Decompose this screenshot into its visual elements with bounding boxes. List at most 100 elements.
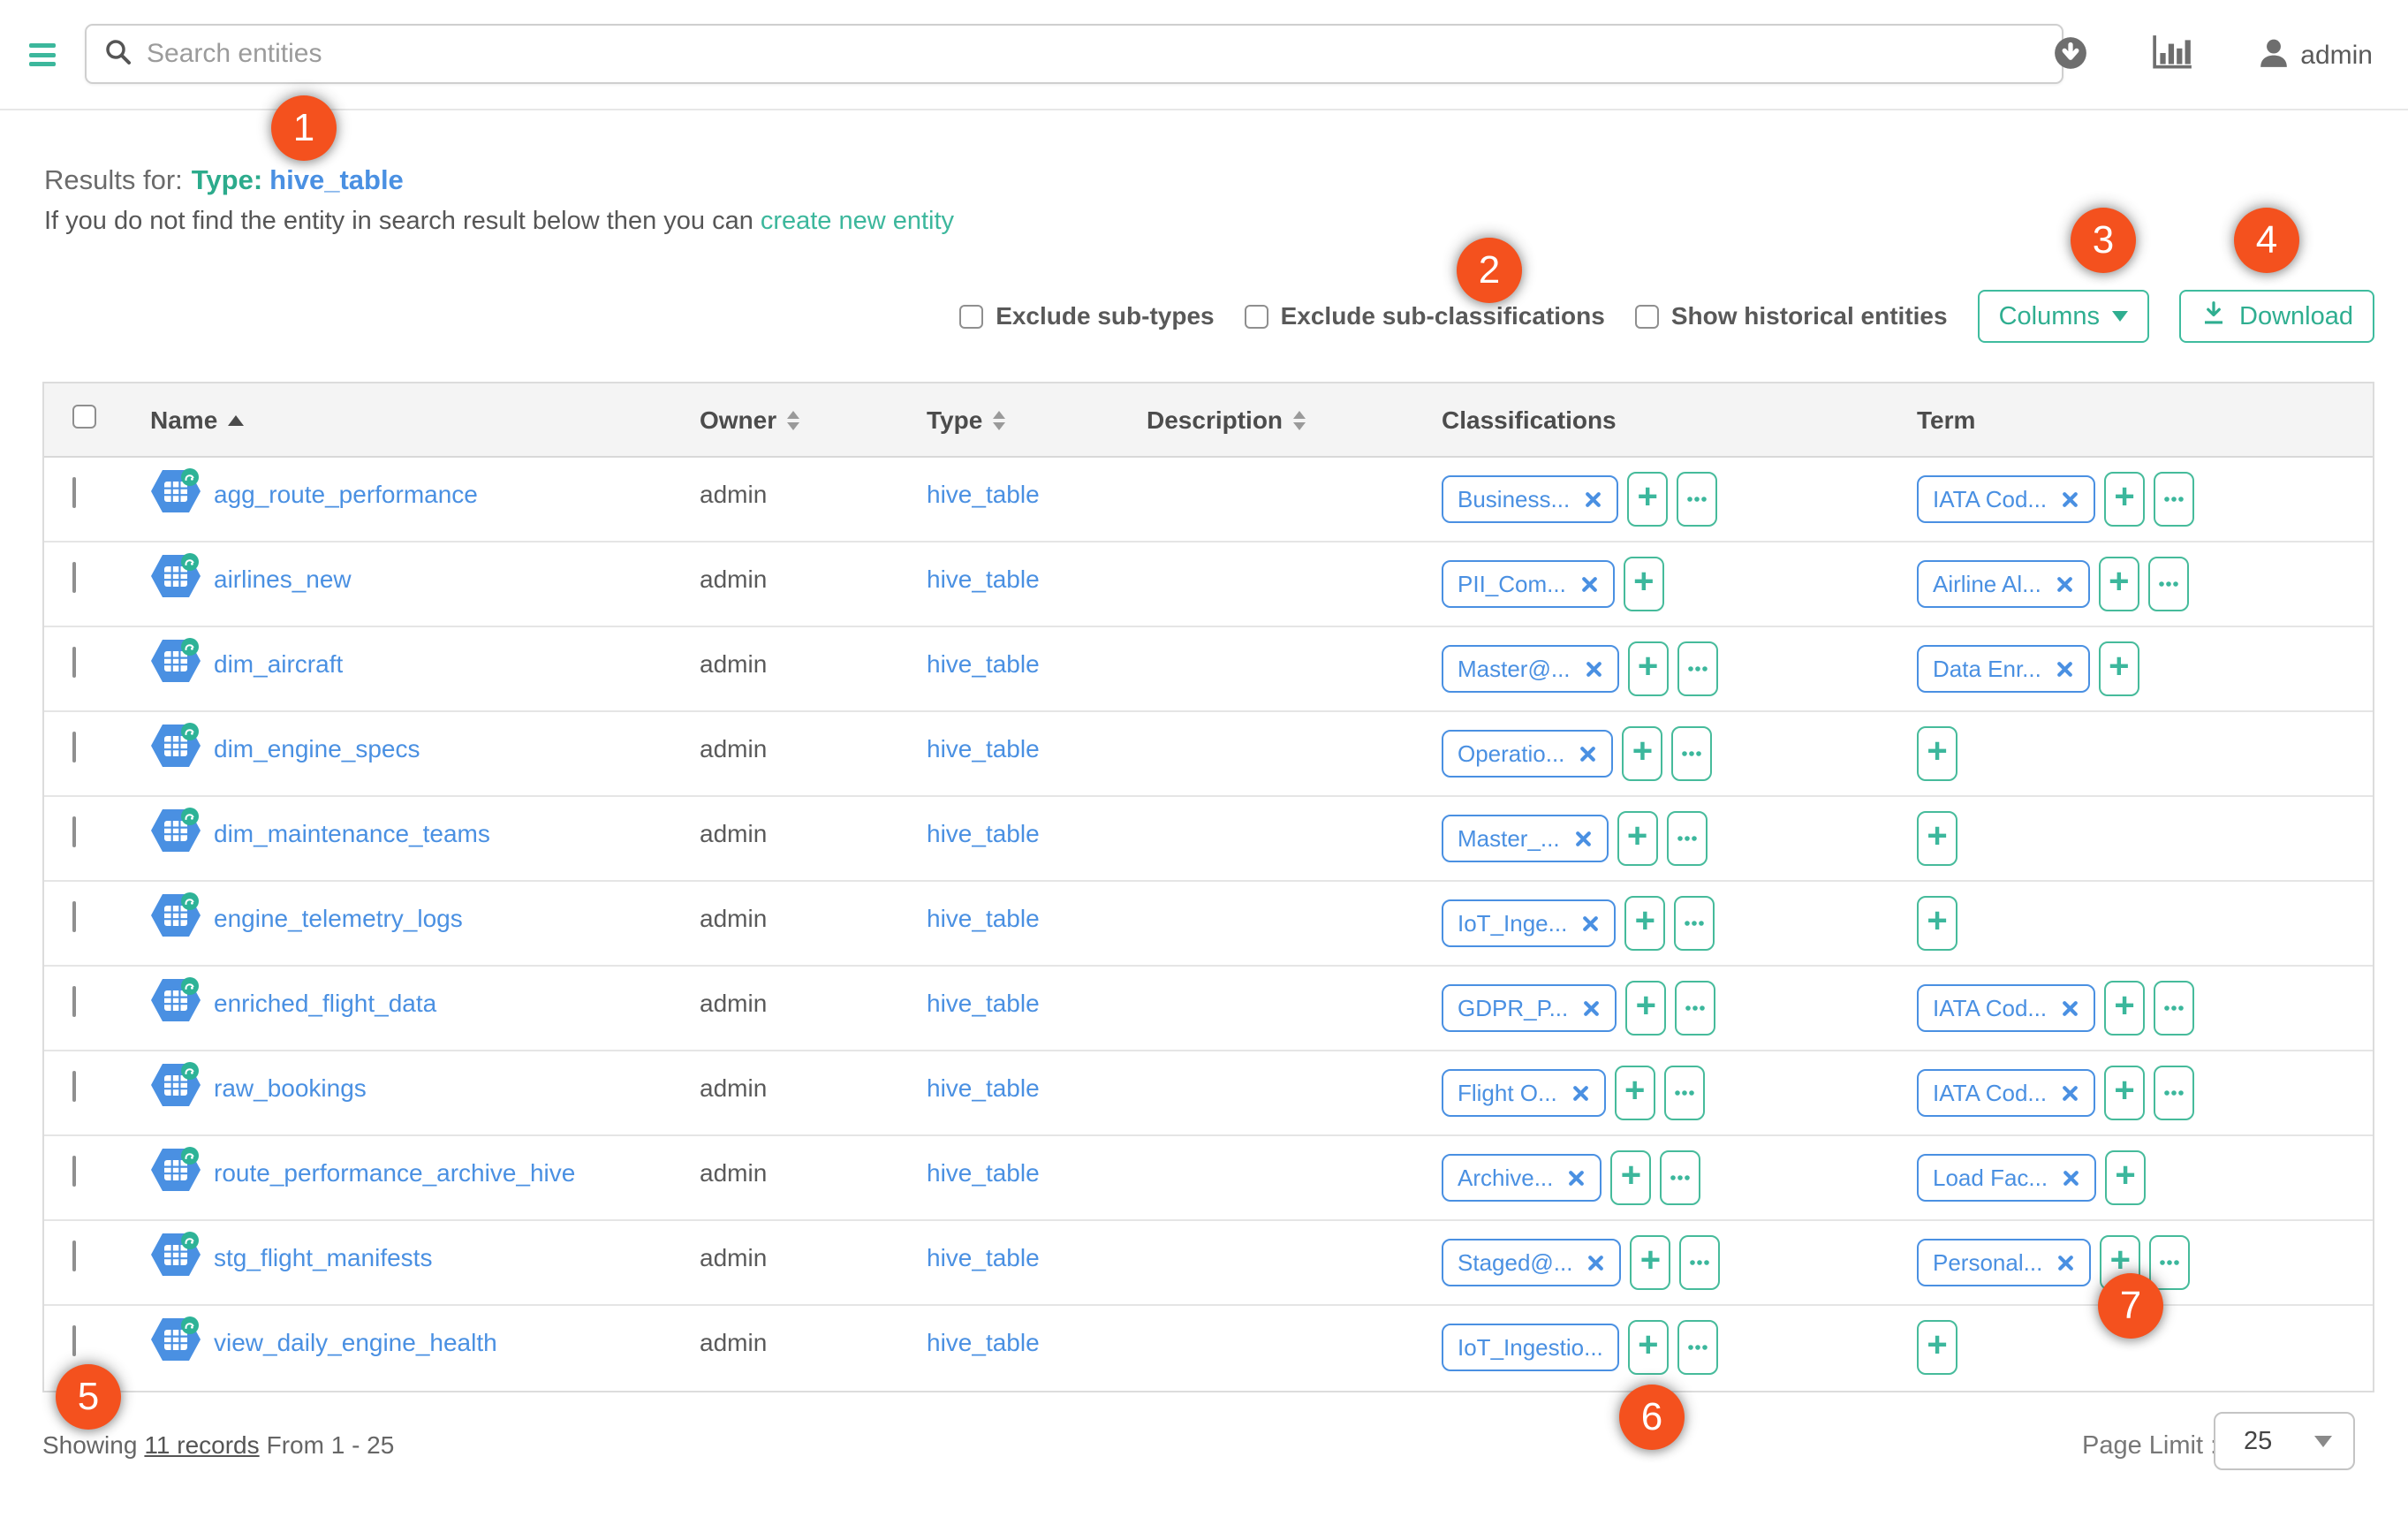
row-checkbox[interactable] [72, 1156, 76, 1187]
classification-tag[interactable]: Business... [1442, 475, 1618, 523]
entity-name-link[interactable]: agg_route_performance [214, 481, 478, 509]
remove-classification-icon[interactable] [1571, 1084, 1590, 1103]
column-header-description[interactable]: Description [1115, 383, 1399, 435]
entity-name-link[interactable]: stg_flight_manifests [214, 1244, 432, 1272]
filter-value-link[interactable]: hive_table [269, 164, 404, 195]
entity-name-link[interactable]: dim_maintenance_teams [214, 820, 490, 848]
classification-tag[interactable]: Operatio... [1442, 730, 1613, 778]
more-classification-button[interactable] [1677, 641, 1718, 696]
term-tag[interactable]: Airline Al... [1917, 560, 2090, 608]
entity-name-link[interactable]: engine_telemetry_logs [214, 905, 463, 933]
entity-type-link[interactable]: hive_table [927, 1074, 1040, 1102]
remove-classification-icon[interactable] [1574, 830, 1593, 848]
row-checkbox[interactable] [72, 986, 76, 1017]
add-term-button[interactable]: + [1917, 1320, 1957, 1375]
search-input[interactable] [147, 39, 2044, 69]
entity-name-link[interactable]: route_performance_archive_hive [214, 1159, 575, 1187]
add-classification-button[interactable]: + [1617, 811, 1658, 866]
add-term-button[interactable]: + [2104, 1066, 2145, 1120]
entity-type-link[interactable]: hive_table [927, 565, 1040, 593]
row-checkbox[interactable] [72, 647, 76, 678]
add-term-button[interactable]: + [2105, 1150, 2146, 1205]
entity-type-link[interactable]: hive_table [927, 905, 1040, 932]
entity-type-link[interactable]: hive_table [927, 990, 1040, 1017]
more-classification-button[interactable] [1675, 981, 1715, 1036]
add-classification-button[interactable]: + [1615, 1066, 1655, 1120]
more-classification-button[interactable] [1664, 1066, 1705, 1120]
remove-term-icon[interactable] [2056, 1254, 2075, 1272]
column-header-name[interactable]: Name [150, 383, 654, 435]
create-new-entity-link[interactable]: create new entity [761, 207, 954, 235]
add-classification-button[interactable]: + [1628, 1320, 1669, 1375]
term-tag[interactable]: Load Fac... [1917, 1154, 2096, 1202]
term-tag[interactable]: IATA Cod... [1917, 1069, 2095, 1117]
more-classification-button[interactable] [1671, 726, 1712, 781]
exclude-subtypes-checkbox[interactable]: Exclude sub-types [959, 302, 1214, 330]
menu-hamburger-icon[interactable] [29, 43, 56, 66]
remove-classification-icon[interactable] [1581, 914, 1600, 933]
add-term-button[interactable]: + [1917, 811, 1957, 866]
term-tag[interactable]: Personal... [1917, 1239, 2091, 1286]
row-checkbox[interactable] [72, 816, 76, 847]
row-checkbox[interactable] [72, 1071, 76, 1102]
classification-tag[interactable]: Archive... [1442, 1154, 1602, 1202]
more-term-button[interactable] [2149, 1235, 2190, 1290]
more-term-button[interactable] [2154, 472, 2194, 527]
classification-tag[interactable]: GDPR_P... [1442, 984, 1617, 1032]
row-checkbox[interactable] [72, 901, 76, 932]
entity-type-link[interactable]: hive_table [927, 1329, 1040, 1356]
more-classification-button[interactable] [1667, 811, 1708, 866]
page-limit-select[interactable]: 25 [2214, 1412, 2355, 1470]
more-classification-button[interactable] [1674, 896, 1715, 951]
more-classification-button[interactable] [1679, 1235, 1720, 1290]
classification-tag[interactable]: Master@... [1442, 645, 1619, 693]
more-classification-button[interactable] [1677, 1320, 1718, 1375]
checkbox-box[interactable] [959, 305, 983, 329]
add-term-button[interactable]: + [1917, 726, 1957, 781]
row-checkbox[interactable] [72, 1240, 76, 1271]
add-classification-button[interactable]: + [1622, 726, 1662, 781]
classification-tag[interactable]: IoT_Ingestio... [1442, 1324, 1619, 1371]
column-header-type[interactable]: Type [883, 383, 1115, 435]
entity-type-link[interactable]: hive_table [927, 1244, 1040, 1271]
add-term-button[interactable]: + [2099, 641, 2139, 696]
show-historical-entities-checkbox[interactable]: Show historical entities [1635, 302, 1948, 330]
entity-name-link[interactable]: raw_bookings [214, 1074, 367, 1103]
quick-download-icon[interactable] [2053, 35, 2088, 75]
term-tag[interactable]: Data Enr... [1917, 645, 2090, 693]
remove-classification-icon[interactable] [1586, 1254, 1605, 1272]
remove-term-icon[interactable] [2056, 660, 2074, 679]
add-classification-button[interactable]: + [1610, 1150, 1651, 1205]
add-term-button[interactable]: + [2099, 557, 2139, 611]
remove-term-icon[interactable] [2056, 575, 2074, 594]
records-count-link[interactable]: 11 records [144, 1431, 259, 1459]
term-tag[interactable]: IATA Cod... [1917, 475, 2095, 523]
remove-classification-icon[interactable] [1582, 999, 1601, 1018]
classification-tag[interactable]: Flight O... [1442, 1069, 1606, 1117]
add-classification-button[interactable]: + [1624, 557, 1664, 611]
entity-name-link[interactable]: dim_engine_specs [214, 735, 420, 763]
row-checkbox[interactable] [72, 562, 76, 593]
column-header-owner[interactable]: Owner [654, 383, 883, 435]
entity-type-link[interactable]: hive_table [927, 820, 1040, 847]
remove-classification-icon[interactable] [1580, 575, 1599, 594]
term-tag[interactable]: IATA Cod... [1917, 984, 2095, 1032]
entity-name-link[interactable]: view_daily_engine_health [214, 1329, 497, 1357]
classification-tag[interactable]: Master_... [1442, 815, 1609, 862]
more-term-button[interactable] [2148, 557, 2189, 611]
classification-tag[interactable]: Staged@... [1442, 1239, 1621, 1286]
download-button[interactable]: Download [2179, 290, 2374, 343]
remove-term-icon[interactable] [2061, 1084, 2079, 1103]
add-term-button[interactable]: + [2104, 472, 2145, 527]
entity-name-link[interactable]: enriched_flight_data [214, 990, 436, 1018]
entity-type-link[interactable]: hive_table [927, 735, 1040, 762]
more-term-button[interactable] [2154, 981, 2194, 1036]
add-classification-button[interactable]: + [1630, 1235, 1670, 1290]
row-checkbox[interactable] [72, 1325, 76, 1356]
classification-tag[interactable]: PII_Com... [1442, 560, 1615, 608]
add-classification-button[interactable]: + [1628, 641, 1669, 696]
remove-term-icon[interactable] [2061, 999, 2079, 1018]
add-classification-button[interactable]: + [1625, 981, 1666, 1036]
checkbox-box[interactable] [1635, 305, 1659, 329]
more-classification-button[interactable] [1660, 1150, 1700, 1205]
